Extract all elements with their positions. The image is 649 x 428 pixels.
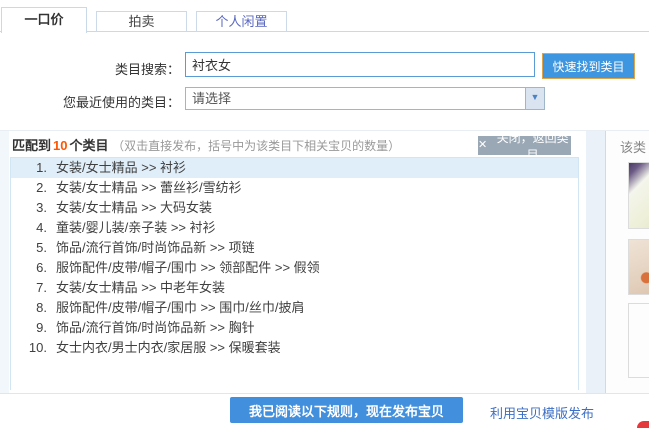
- publish-item-button[interactable]: 我已阅读以下规则，现在发布宝贝: [230, 397, 463, 423]
- recent-category-label: 您最近使用的类目：: [4, 92, 180, 111]
- close-return-category-button[interactable]: ✕ 关闭，返回类目: [478, 136, 571, 155]
- category-row[interactable]: 6. 服饰配件/皮带/帽子/围巾 >> 领部配件 >> 假领: [11, 258, 578, 278]
- category-row[interactable]: 8. 服饰配件/皮带/帽子/围巾 >> 围巾/丝巾/披肩: [11, 298, 578, 318]
- related-items-panel-title: 该类: [620, 137, 646, 156]
- category-row-number: 10.: [11, 338, 47, 358]
- category-row-path: 饰品/流行首饰/时尚饰品新 >> 项链: [56, 240, 255, 255]
- tab-auction[interactable]: 拍卖: [96, 11, 187, 32]
- category-row[interactable]: 7. 女装/女士精品 >> 中老年女装: [11, 278, 578, 298]
- use-template-link[interactable]: 利用宝贝模版发布: [490, 403, 594, 422]
- category-row-number: 4.: [11, 218, 47, 238]
- category-row-number: 8.: [11, 298, 47, 318]
- category-row[interactable]: 2. 女装/女士精品 >> 蕾丝衫/雪纺衫: [11, 178, 578, 198]
- category-row-number: 9.: [11, 318, 47, 338]
- category-row-path: 女装/女士精品 >> 蕾丝衫/雪纺衫: [56, 180, 242, 195]
- match-count: 10: [51, 138, 69, 153]
- category-row[interactable]: 3. 女装/女士精品 >> 大码女装: [11, 198, 578, 218]
- category-row-path: 女装/女士精品 >> 衬衫: [56, 160, 186, 175]
- product-thumbnail[interactable]: [628, 303, 649, 378]
- category-list: 1. 女装/女士精品 >> 衬衫 2. 女装/女士精品 >> 蕾丝衫/雪纺衫 3. 女装/…: [10, 157, 579, 390]
- category-search-label: 类目搜索：: [4, 59, 180, 78]
- match-prefix: 匹配到: [12, 138, 51, 153]
- recent-category-selected-value: 请选择: [192, 91, 231, 106]
- match-suffix: 个类目: [69, 138, 108, 153]
- close-icon: ✕: [478, 140, 487, 151]
- category-row-path: 女装/女士精品 >> 大码女装: [56, 200, 212, 215]
- category-row-path: 饰品/流行首饰/时尚饰品新 >> 胸针: [56, 320, 255, 335]
- category-row-path: 服饰配件/皮带/帽子/围巾 >> 围巾/丝巾/披肩: [56, 300, 304, 315]
- category-row-path: 服饰配件/皮带/帽子/围巾 >> 领部配件 >> 假领: [56, 260, 320, 275]
- left-edge-strip: [0, 131, 9, 393]
- product-thumbnail[interactable]: [628, 162, 649, 229]
- category-row-path: 童装/婴儿装/亲子装 >> 衬衫: [56, 220, 216, 235]
- category-row-number: 7.: [11, 278, 47, 298]
- category-row[interactable]: 10. 女士内衣/男士内衣/家居服 >> 保暖套装: [11, 338, 578, 358]
- category-row-number: 3.: [11, 198, 47, 218]
- footer-divider: [0, 393, 649, 394]
- product-thumbnail[interactable]: [628, 239, 649, 295]
- category-row-path: 女士内衣/男士内衣/家居服 >> 保暖套装: [56, 340, 281, 355]
- right-gutter-strip: [586, 131, 605, 393]
- category-row[interactable]: 4. 童装/婴儿装/亲子装 >> 衬衫: [11, 218, 578, 238]
- quick-find-category-button[interactable]: 快速找到类目: [542, 53, 635, 79]
- match-hint: （双击直接发布，括号中为该类目下相关宝贝的数量）: [112, 139, 400, 153]
- category-row-number: 2.: [11, 178, 47, 198]
- category-row[interactable]: 5. 饰品/流行首饰/时尚饰品新 >> 项链: [11, 238, 578, 258]
- category-select-page: 一口价 拍卖 个人闲置 类目搜索： 快速找到类目 您最近使用的类目： 请选择 ▼…: [0, 0, 649, 428]
- category-search-input[interactable]: [185, 52, 535, 77]
- chevron-down-icon[interactable]: ▼: [525, 88, 544, 109]
- recent-category-select[interactable]: 请选择 ▼: [185, 87, 545, 110]
- match-result-header: 匹配到10个类目 （双击直接发布，括号中为该类目下相关宝贝的数量）: [12, 135, 400, 154]
- category-row-number: 5.: [11, 238, 47, 258]
- category-row-number: 6.: [11, 258, 47, 278]
- category-row-number: 1.: [11, 158, 47, 178]
- category-row[interactable]: 9. 饰品/流行首饰/时尚饰品新 >> 胸针: [11, 318, 578, 338]
- tab-personal-idle[interactable]: 个人闲置: [196, 11, 287, 32]
- corner-red-badge: [637, 421, 649, 428]
- category-row[interactable]: 1. 女装/女士精品 >> 衬衫: [11, 158, 578, 178]
- category-row-path: 女装/女士精品 >> 中老年女装: [56, 280, 225, 295]
- tab-fixed-price[interactable]: 一口价: [1, 7, 87, 33]
